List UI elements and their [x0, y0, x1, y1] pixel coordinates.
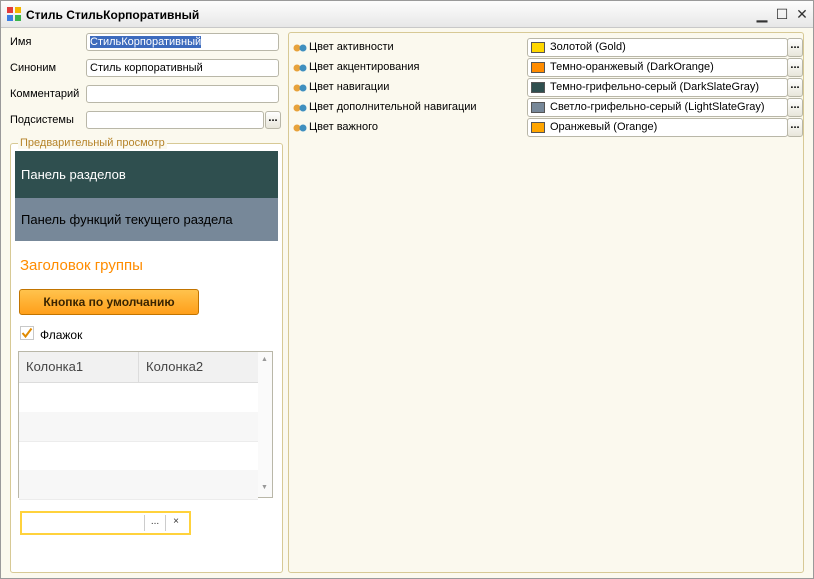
color-value: Темно-грифельно-серый (DarkSlateGray): [550, 81, 760, 93]
color-label: Цвет акцентирования: [309, 61, 420, 73]
column-header-2[interactable]: Колонка2: [139, 352, 258, 382]
sample-input-field[interactable]: ... ×: [20, 511, 191, 535]
table-row[interactable]: [19, 412, 258, 442]
minimize-button[interactable]: ▁: [753, 5, 771, 23]
sections-panel: Панель разделов: [15, 151, 278, 198]
maximize-button[interactable]: ☐: [773, 5, 791, 23]
name-label: Имя: [10, 36, 32, 48]
default-button[interactable]: Кнопка по умолчанию: [19, 289, 199, 315]
scroll-up-icon[interactable]: ▲: [261, 356, 268, 363]
color-select-button[interactable]: ...: [787, 118, 803, 137]
color-value-field[interactable]: Темно-оранжевый (DarkOrange): [527, 58, 788, 77]
sample-clear-button[interactable]: ×: [165, 515, 186, 531]
preview-table[interactable]: Колонка1 Колонка2 ▲ ▼: [18, 351, 273, 500]
color-value-field[interactable]: Золотой (Gold): [527, 38, 788, 57]
color-swatch: [531, 82, 545, 93]
comment-field[interactable]: [86, 85, 279, 103]
color-property-icon: [293, 104, 307, 112]
table-row[interactable]: [19, 383, 258, 413]
color-row-extra-navigation: Цвет дополнительной навигации Светло-гри…: [289, 98, 805, 118]
color-value-field[interactable]: Темно-грифельно-серый (DarkSlateGray): [527, 78, 788, 97]
synonym-field[interactable]: Стиль корпоративный: [86, 59, 279, 77]
close-button[interactable]: ✕: [793, 5, 811, 23]
checkbox-check-icon[interactable]: [20, 326, 34, 340]
color-swatch: [531, 42, 545, 53]
scroll-down-icon[interactable]: ▼: [261, 484, 268, 491]
table-row[interactable]: [19, 441, 258, 471]
color-value: Светло-грифельно-серый (LightSlateGray): [550, 101, 765, 113]
color-value-field[interactable]: Оранжевый (Orange): [527, 118, 788, 137]
functions-panel: Панель функций текущего раздела: [15, 198, 278, 241]
color-swatch: [531, 62, 545, 73]
subsystems-select-button[interactable]: ...: [265, 111, 281, 129]
table-scrollbar[interactable]: ▲ ▼: [258, 352, 272, 497]
title-bar: Стиль СтильКорпоративный ▁ ☐ ✕: [1, 1, 813, 28]
window-title: Стиль СтильКорпоративный: [26, 8, 200, 22]
color-label: Цвет навигации: [309, 81, 390, 93]
color-property-icon: [293, 124, 307, 132]
comment-label: Комментарий: [10, 88, 80, 100]
name-value: СтильКорпоративный: [90, 36, 202, 48]
color-property-icon: [293, 64, 307, 72]
color-row-activity: Цвет активности Золотой (Gold) ...: [289, 38, 805, 58]
style-editor-window: Стиль СтильКорпоративный ▁ ☐ ✕ Имя Стиль…: [0, 0, 814, 579]
color-value-field[interactable]: Светло-грифельно-серый (LightSlateGray): [527, 98, 788, 117]
column-header-1[interactable]: Колонка1: [19, 352, 139, 382]
color-property-icon: [293, 44, 307, 52]
color-value: Оранжевый (Orange): [550, 121, 658, 133]
color-property-icon: [293, 84, 307, 92]
table-header: Колонка1 Колонка2: [19, 352, 258, 383]
properties-pane: Имя СтильКорпоративный Синоним Стиль кор…: [7, 31, 283, 573]
preview-legend: Предварительный просмотр: [18, 137, 167, 149]
color-select-button[interactable]: ...: [787, 38, 803, 57]
color-value: Золотой (Gold): [550, 41, 626, 53]
color-row-important: Цвет важного Оранжевый (Orange) ...: [289, 118, 805, 138]
sample-select-button[interactable]: ...: [144, 515, 165, 531]
subsystems-field[interactable]: [86, 111, 264, 129]
color-row-navigation: Цвет навигации Темно-грифельно-серый (Da…: [289, 78, 805, 98]
color-row-accent: Цвет акцентирования Темно-оранжевый (Dar…: [289, 58, 805, 78]
app-palette-icon: [7, 7, 21, 21]
color-swatch: [531, 102, 545, 113]
name-field[interactable]: СтильКорпоративный: [86, 33, 279, 51]
color-label: Цвет активности: [309, 41, 394, 53]
color-select-button[interactable]: ...: [787, 78, 803, 97]
color-swatch: [531, 122, 545, 133]
colors-pane: Цвет активности Золотой (Gold) ... Цвет …: [288, 32, 804, 573]
group-title: Заголовок группы: [20, 257, 143, 274]
color-label: Цвет важного: [309, 121, 378, 133]
checkbox-label: Флажок: [40, 328, 83, 342]
color-select-button[interactable]: ...: [787, 58, 803, 77]
subsystems-label: Подсистемы: [10, 114, 74, 126]
synonym-label: Синоним: [10, 62, 57, 74]
preview-group: Предварительный просмотр Панель разделов…: [10, 137, 283, 573]
color-select-button[interactable]: ...: [787, 98, 803, 117]
color-value: Темно-оранжевый (DarkOrange): [550, 61, 714, 73]
color-label: Цвет дополнительной навигации: [309, 101, 477, 113]
table-row[interactable]: [19, 470, 258, 500]
